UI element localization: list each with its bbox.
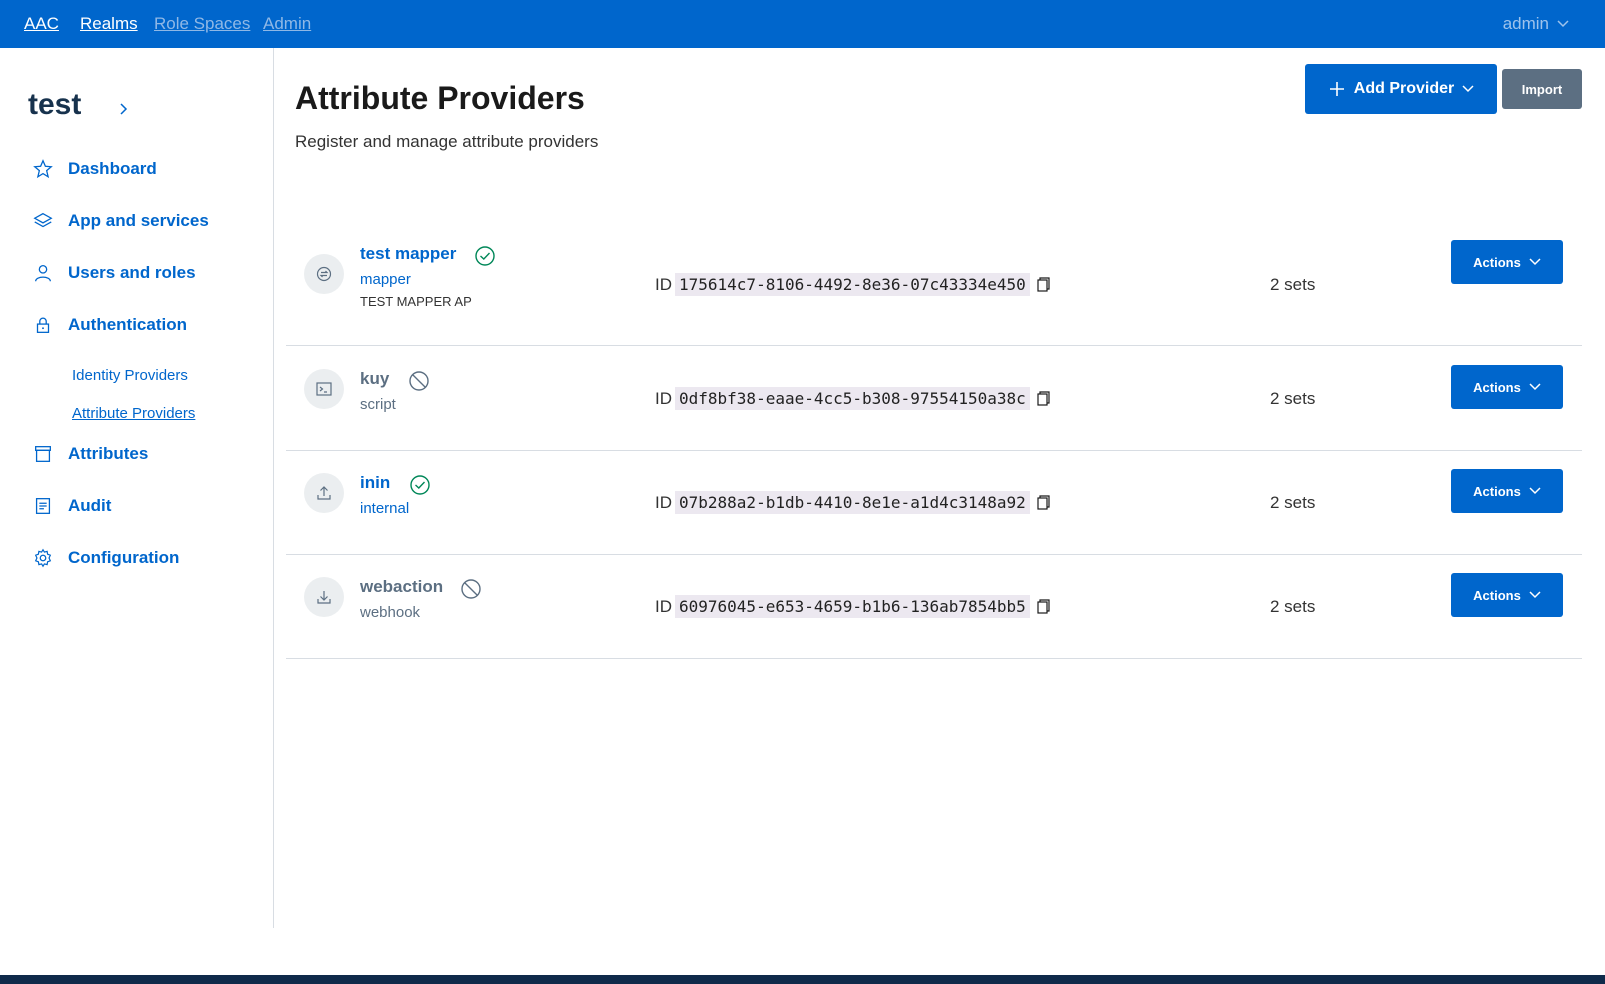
gear-icon	[34, 548, 52, 568]
footer-bar	[0, 975, 1605, 984]
copy-icon[interactable]	[1036, 277, 1050, 293]
id-label: ID	[655, 275, 672, 294]
actions-button[interactable]: Actions	[1451, 365, 1563, 409]
provider-id: 07b288a2-b1db-4410-8e1e-a1d4c3148a92	[675, 491, 1030, 514]
chevron-down-icon	[1529, 258, 1541, 266]
actions-button[interactable]: Actions	[1451, 240, 1563, 284]
sidebar-item-app-and-services[interactable]: App and services	[32, 210, 209, 232]
copy-icon[interactable]	[1036, 391, 1050, 407]
sidebar-item-label: App and services	[68, 211, 209, 230]
chevron-down-icon	[1529, 591, 1541, 599]
provider-avatar	[304, 369, 344, 409]
top-navbar: AAC Realms Role Spaces Admin admin	[0, 0, 1605, 48]
check-circle-icon	[475, 246, 495, 266]
provider-sets: 2 sets	[1270, 275, 1316, 294]
sidebar-item-label: Authentication	[68, 315, 187, 334]
realm-name: test	[28, 88, 82, 121]
page-title: Attribute Providers	[295, 80, 585, 116]
chevron-down-icon	[1529, 487, 1541, 495]
provider-id: 60976045-e653-4659-b1b6-136ab7854bb5	[675, 595, 1030, 618]
sidebar-subitem-identity-providers[interactable]: Identity Providers	[72, 367, 188, 384]
provider-row: inin internal ID 07b288a2-b1db-4410-8e1e…	[286, 451, 1582, 555]
copy-icon[interactable]	[1036, 599, 1050, 615]
sidebar-item-dashboard[interactable]: Dashboard	[32, 158, 157, 180]
provider-row: kuy script ID 0df8bf38-eaae-4cc5-b308-97…	[286, 347, 1582, 451]
provider-id: 175614c7-8106-4492-8e36-07c43334e450	[675, 273, 1030, 296]
provider-name[interactable]: kuy	[360, 369, 389, 389]
star-icon	[33, 159, 53, 179]
provider-sets: 2 sets	[1270, 493, 1316, 512]
chevron-down-icon	[1557, 20, 1569, 28]
add-provider-button[interactable]: Add Provider	[1305, 64, 1497, 114]
plus-icon	[1329, 82, 1344, 96]
sidebar-item-users-and-roles[interactable]: Users and roles	[32, 262, 196, 284]
sidebar-subitem-attribute-providers[interactable]: Attribute Providers	[72, 405, 195, 422]
nav-link-admin[interactable]: Admin	[263, 14, 311, 34]
sidebar: test Dashboard App and services Users an…	[0, 48, 274, 928]
provider-id: 0df8bf38-eaae-4cc5-b308-97554150a38c	[675, 387, 1030, 410]
nav-link-role-spaces[interactable]: Role Spaces	[154, 14, 250, 34]
terminal-icon	[316, 382, 332, 396]
actions-label: Actions	[1473, 587, 1521, 603]
sidebar-item-label: Dashboard	[68, 159, 157, 178]
disabled-icon	[409, 371, 429, 391]
provider-row: webaction webhook ID 60976045-e653-4659-…	[286, 555, 1582, 659]
actions-label: Actions	[1473, 379, 1521, 395]
user-name: admin	[1502, 14, 1549, 33]
chevron-down-icon	[1529, 383, 1541, 391]
provider-avatar	[304, 254, 344, 294]
sidebar-item-configuration[interactable]: Configuration	[32, 547, 179, 569]
provider-name[interactable]: test mapper	[360, 244, 456, 264]
provider-sets: 2 sets	[1270, 597, 1316, 616]
layers-icon	[33, 212, 53, 228]
actions-button[interactable]: Actions	[1451, 573, 1563, 617]
id-label: ID	[655, 597, 672, 616]
sidebar-item-label: Attributes	[68, 444, 149, 463]
mapper-icon	[316, 266, 332, 282]
disabled-icon	[461, 579, 481, 599]
sidebar-item-label: Audit	[68, 496, 112, 515]
provider-type: webhook	[360, 604, 421, 621]
page-subtitle: Register and manage attribute providers	[295, 132, 599, 151]
provider-description: TEST MAPPER AP	[360, 294, 472, 309]
id-label: ID	[655, 389, 672, 408]
actions-label: Actions	[1473, 254, 1521, 270]
user-menu[interactable]: admin	[1503, 14, 1569, 34]
nav-link-realms[interactable]: Realms	[80, 14, 138, 34]
provider-name[interactable]: inin	[360, 473, 390, 493]
check-circle-icon	[410, 475, 430, 495]
sidebar-item-audit[interactable]: Audit	[32, 495, 111, 517]
provider-avatar	[304, 473, 344, 513]
provider-avatar	[304, 577, 344, 617]
actions-label: Actions	[1473, 483, 1521, 499]
chevron-down-icon	[1462, 85, 1474, 93]
provider-sets: 2 sets	[1270, 389, 1316, 408]
lock-icon	[36, 317, 50, 333]
provider-type: internal	[360, 500, 410, 517]
provider-type: mapper	[360, 271, 411, 288]
add-provider-label: Add Provider	[1353, 80, 1455, 97]
provider-row: test mapper mapper TEST MAPPER AP ID 175…	[286, 240, 1582, 346]
download-icon	[317, 591, 331, 604]
upload-icon	[317, 486, 331, 500]
sidebar-item-attributes[interactable]: Attributes	[32, 443, 148, 465]
file-text-icon	[35, 498, 51, 514]
provider-type: script	[360, 396, 396, 413]
sidebar-item-label: Configuration	[68, 548, 180, 567]
import-button[interactable]: Import	[1502, 69, 1582, 109]
sidebar-item-label: Users and roles	[68, 263, 196, 282]
chevron-right-icon[interactable]	[116, 102, 130, 116]
brand-link[interactable]: AAC	[24, 14, 59, 34]
sidebar-item-authentication[interactable]: Authentication	[32, 314, 187, 336]
id-label: ID	[655, 493, 672, 512]
archive-icon	[35, 446, 51, 462]
user-icon	[35, 265, 51, 282]
actions-button[interactable]: Actions	[1451, 469, 1563, 513]
provider-name[interactable]: webaction	[360, 577, 443, 597]
copy-icon[interactable]	[1036, 495, 1050, 511]
